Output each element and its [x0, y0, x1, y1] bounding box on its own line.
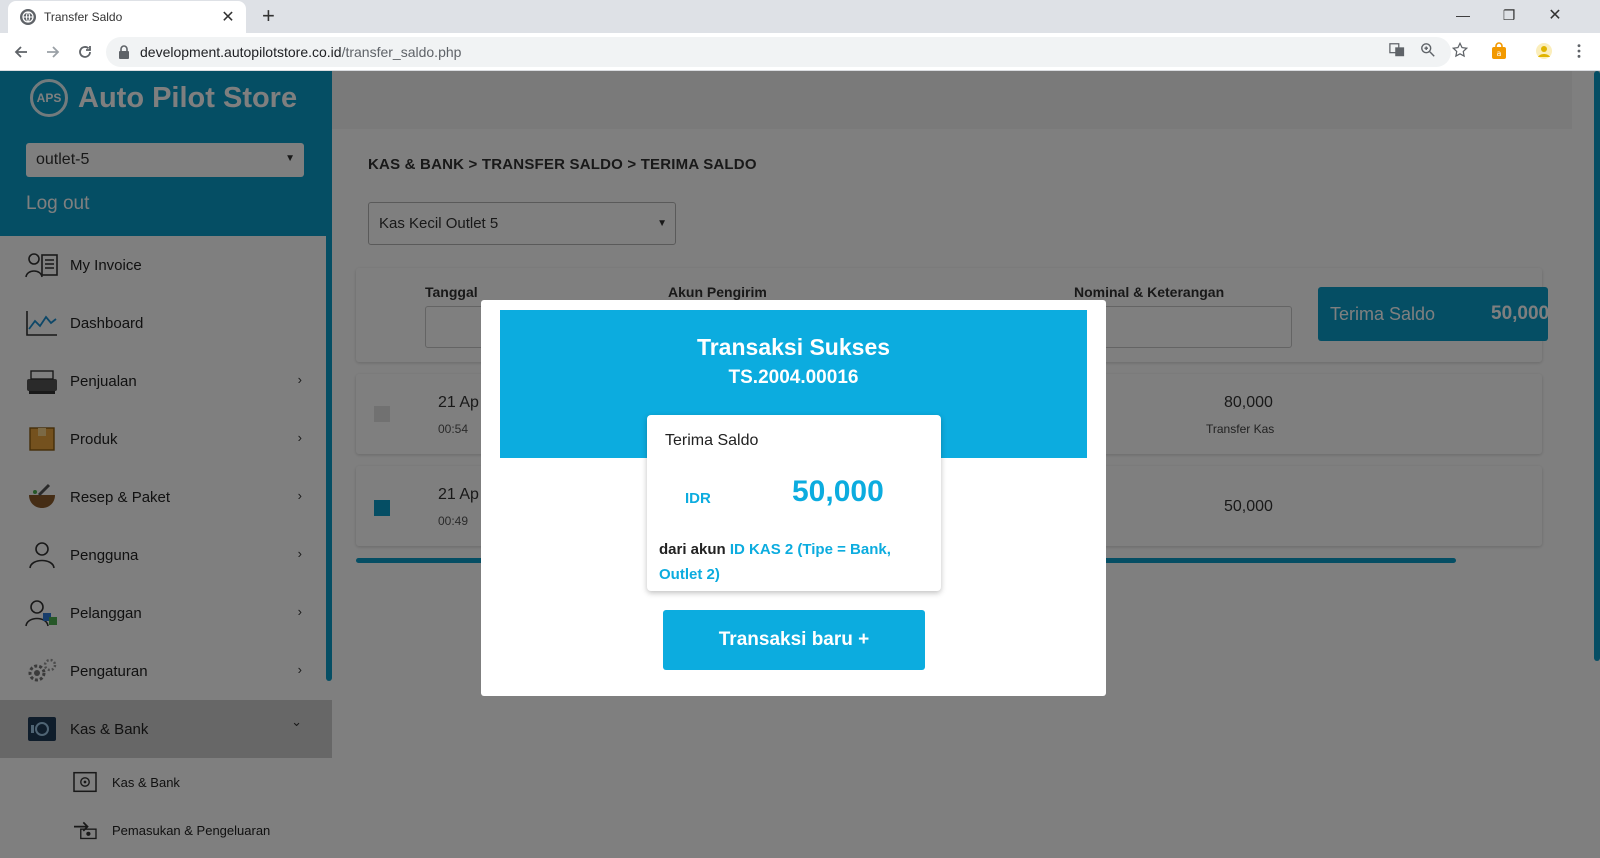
translate-icon[interactable] [1388, 41, 1406, 59]
tab-close-icon[interactable]: ✕ [220, 7, 236, 27]
new-transaction-button[interactable]: Transaksi baru + [663, 610, 925, 670]
new-tab-button[interactable]: + [262, 4, 275, 28]
browser-toolbar: development.autopilotstore.co.id/transfe… [0, 33, 1600, 71]
success-modal: Transaksi Sukses TS.2004.00016 Terima Sa… [481, 300, 1106, 696]
shopping-extension-icon[interactable]: a [1490, 42, 1508, 60]
svg-text:a: a [1497, 49, 1502, 58]
zoom-icon[interactable] [1419, 41, 1437, 59]
restore-icon[interactable]: ❐ [1486, 0, 1532, 30]
address-bar[interactable]: development.autopilotstore.co.id/transfe… [106, 37, 1451, 67]
minimize-icon[interactable]: — [1440, 0, 1486, 30]
receipt-card: Terima Saldo IDR 50,000 dari akun ID KAS… [647, 415, 941, 591]
window-close-icon[interactable]: ✕ [1532, 0, 1578, 30]
url-text: development.autopilotstore.co.id/transfe… [140, 44, 462, 60]
browser-menu-icon[interactable] [1570, 42, 1588, 60]
back-icon[interactable] [8, 40, 34, 64]
receipt-currency: IDR [685, 490, 711, 507]
receipt-desc-prefix: dari akun [659, 541, 730, 558]
tab-title: Transfer Saldo [44, 10, 123, 24]
profile-avatar-icon[interactable] [1535, 42, 1553, 60]
forward-icon[interactable] [40, 40, 66, 64]
receipt-description: dari akun ID KAS 2 (Tipe = Bank, Outlet … [659, 537, 929, 587]
receipt-amount: 50,000 [792, 475, 884, 508]
receipt-title: Terima Saldo [665, 432, 759, 449]
transaction-id: TS.2004.00016 [728, 367, 859, 388]
browser-tab-bar: Transfer Saldo ✕ + — ❐ ✕ [0, 0, 1600, 33]
reload-icon[interactable] [72, 40, 98, 64]
modal-title: Transaksi Sukses [696, 334, 891, 360]
lock-icon [119, 45, 129, 59]
bookmark-star-icon[interactable] [1451, 41, 1469, 59]
browser-tab[interactable]: Transfer Saldo ✕ [8, 1, 246, 33]
globe-icon [20, 9, 36, 25]
